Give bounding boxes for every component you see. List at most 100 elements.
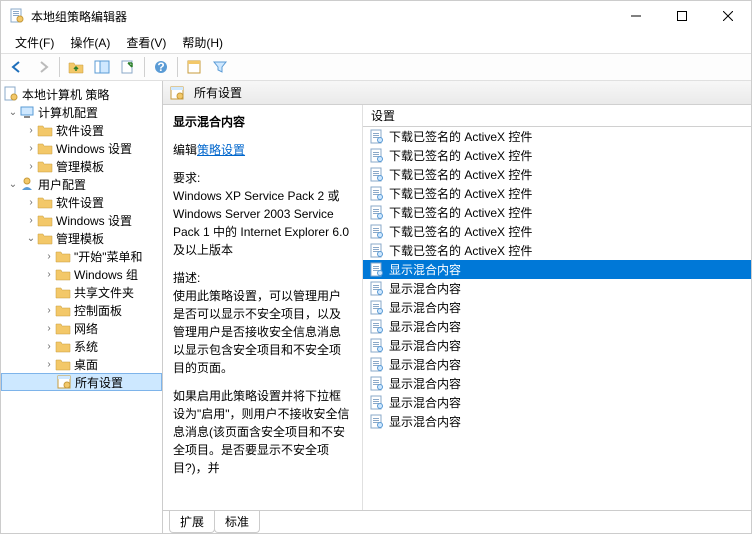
menu-action[interactable]: 操作(A) (64, 32, 116, 53)
close-button[interactable] (705, 1, 751, 31)
tree-computer-config[interactable]: ⌄ 计算机配置 (1, 103, 162, 121)
maximize-icon (677, 11, 687, 21)
list-row[interactable]: 下载已签名的 ActiveX 控件 (363, 184, 751, 203)
tree-network[interactable]: ›网络 (1, 319, 162, 337)
list-row[interactable]: 下载已签名的 ActiveX 控件 (363, 241, 751, 260)
filter-button[interactable] (208, 55, 232, 79)
tree-windows-settings-1[interactable]: › Windows 设置 (1, 139, 162, 157)
tree-all-settings[interactable]: 所有设置 (1, 373, 162, 391)
list-row[interactable]: 下载已签名的 ActiveX 控件 (363, 127, 751, 146)
expand-icon[interactable]: › (43, 359, 55, 370)
expand-icon[interactable]: › (43, 323, 55, 334)
tree-windows-components[interactable]: › Windows 组 (1, 265, 162, 283)
policy-title: 显示混合内容 (173, 113, 352, 131)
tab-standard[interactable]: 标准 (214, 511, 260, 533)
row-text: 下载已签名的 ActiveX 控件 (389, 185, 532, 202)
policy-item-icon (369, 281, 385, 297)
tree-control-panel[interactable]: ›控制面板 (1, 301, 162, 319)
row-text: 显示混合内容 (389, 261, 461, 278)
forward-button[interactable] (31, 55, 55, 79)
expand-icon[interactable]: › (25, 197, 37, 208)
expand-icon[interactable]: › (25, 143, 37, 154)
back-button[interactable] (5, 55, 29, 79)
list-row[interactable]: 显示混合内容 (363, 336, 751, 355)
list-row[interactable]: 下载已签名的 ActiveX 控件 (363, 203, 751, 222)
expand-icon[interactable]: › (43, 251, 55, 262)
tree-windows-settings-2[interactable]: ›Windows 设置 (1, 211, 162, 229)
rows-container[interactable]: 下载已签名的 ActiveX 控件下载已签名的 ActiveX 控件下载已签名的… (363, 127, 751, 510)
expand-icon[interactable]: › (43, 269, 55, 280)
row-text: 显示混合内容 (389, 394, 461, 411)
menu-help[interactable]: 帮助(H) (176, 32, 229, 53)
collapse-icon[interactable]: ⌄ (7, 179, 19, 190)
row-text: 下载已签名的 ActiveX 控件 (389, 166, 532, 183)
edit-policy-link[interactable]: 策略设置 (197, 143, 245, 157)
row-text: 显示混合内容 (389, 318, 461, 335)
tree-root[interactable]: 本地计算机 策略 (1, 85, 162, 103)
help-button[interactable]: ? (149, 55, 173, 79)
list-row[interactable]: 显示混合内容 (363, 412, 751, 431)
minimize-button[interactable] (613, 1, 659, 31)
content-body: 本地计算机 策略 ⌄ 计算机配置 ›软件设置 › Windows 设置 ›管理模板… (1, 81, 751, 533)
policy-item-icon (369, 167, 385, 183)
policy-item-icon (369, 186, 385, 202)
separator (59, 57, 60, 77)
expand-icon[interactable]: › (43, 341, 55, 352)
policy-item-icon (369, 224, 385, 240)
tree-pane[interactable]: 本地计算机 策略 ⌄ 计算机配置 ›软件设置 › Windows 设置 ›管理模板… (1, 81, 163, 533)
app-icon (9, 8, 25, 24)
tree-label: Windows 组 (74, 266, 138, 283)
list-row[interactable]: 显示混合内容 (363, 317, 751, 336)
list-row[interactable]: 显示混合内容 (363, 374, 751, 393)
column-header-setting[interactable]: 设置 (363, 105, 751, 127)
forward-arrow-icon (36, 60, 50, 74)
tree-software-settings-2[interactable]: ›软件设置 (1, 193, 162, 211)
policy-icon (3, 86, 19, 102)
tree-user-config[interactable]: ⌄ 用户配置 (1, 175, 162, 193)
list-row[interactable]: 下载已签名的 ActiveX 控件 (363, 146, 751, 165)
properties-button[interactable] (182, 55, 206, 79)
settings-list-icon (169, 85, 185, 101)
tree-label: 用户配置 (38, 176, 86, 193)
tree-shared-folders[interactable]: 共享文件夹 (1, 283, 162, 301)
tree-admin-templates-1[interactable]: ›管理模板 (1, 157, 162, 175)
menu-file[interactable]: 文件(F) (9, 32, 60, 53)
tree-label: Windows 设置 (56, 140, 132, 157)
collapse-icon[interactable]: ⌄ (25, 233, 37, 244)
list-row[interactable]: 显示混合内容 (363, 260, 751, 279)
list-row[interactable]: 下载已签名的 ActiveX 控件 (363, 222, 751, 241)
policy-item-icon (369, 338, 385, 354)
tab-extended[interactable]: 扩展 (169, 511, 215, 533)
export-button[interactable] (116, 55, 140, 79)
list-row[interactable]: 显示混合内容 (363, 298, 751, 317)
list-row[interactable]: 显示混合内容 (363, 393, 751, 412)
expand-icon[interactable]: › (25, 125, 37, 136)
close-icon (723, 11, 733, 21)
requirements-text: Windows XP Service Pack 2 或 Windows Serv… (173, 189, 349, 257)
show-hide-tree-button[interactable] (90, 55, 114, 79)
tree-system[interactable]: ›系统 (1, 337, 162, 355)
expand-icon[interactable]: › (43, 305, 55, 316)
folder-icon (37, 140, 53, 156)
policy-item-icon (369, 300, 385, 316)
expand-icon[interactable]: › (25, 215, 37, 226)
up-button[interactable] (64, 55, 88, 79)
menu-view[interactable]: 查看(V) (120, 32, 172, 53)
tree-software-settings-1[interactable]: ›软件设置 (1, 121, 162, 139)
collapse-icon[interactable]: ⌄ (7, 107, 19, 118)
tab-label: 标准 (225, 515, 249, 529)
folder-icon (55, 266, 71, 282)
policy-item-icon (369, 262, 385, 278)
tab-label: 扩展 (180, 515, 204, 529)
list-row[interactable]: 显示混合内容 (363, 355, 751, 374)
list-row[interactable]: 下载已签名的 ActiveX 控件 (363, 165, 751, 184)
expand-icon[interactable]: › (25, 161, 37, 172)
maximize-button[interactable] (659, 1, 705, 31)
row-text: 显示混合内容 (389, 413, 461, 430)
tree-label: 本地计算机 策略 (22, 86, 109, 103)
tree-desktop[interactable]: ›桌面 (1, 355, 162, 373)
right-header-title: 所有设置 (194, 84, 242, 101)
tree-admin-templates-2[interactable]: ⌄管理模板 (1, 229, 162, 247)
tree-start-menu[interactable]: ›"开始"菜单和 (1, 247, 162, 265)
list-row[interactable]: 显示混合内容 (363, 279, 751, 298)
